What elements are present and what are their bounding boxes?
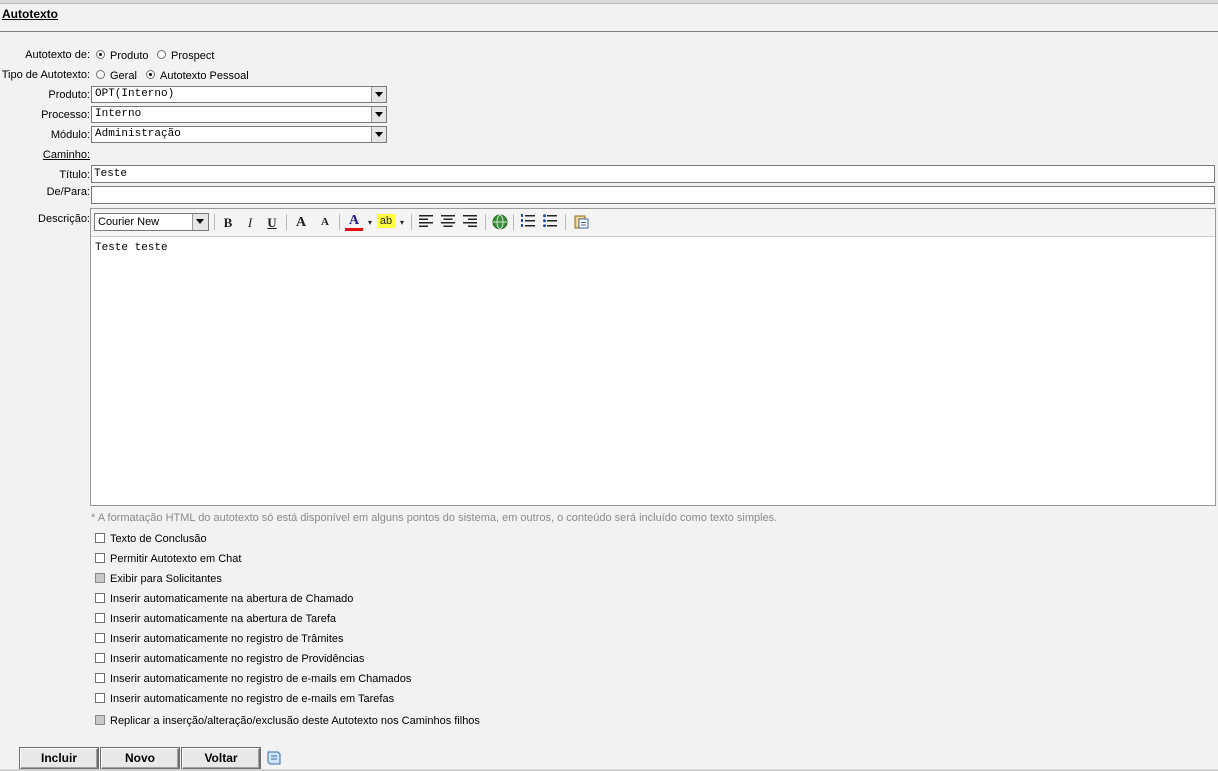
checkbox-label: Texto de Conclusão — [110, 533, 207, 545]
html-format-note: * A formatação HTML do autotexto só está… — [91, 512, 778, 524]
caminho-link[interactable]: Caminho: — [0, 149, 90, 161]
descricao-editor[interactable]: Courier New B I U A A A ▾ ab ▾ Teste tes… — [90, 208, 1216, 506]
autotexto-de-label: Autotexto de: — [25, 49, 90, 61]
grow-font-button[interactable]: A — [292, 214, 310, 231]
toolbar-separator — [565, 214, 566, 230]
checkbox-permitir-chat[interactable] — [95, 553, 105, 563]
globe-link-icon[interactable] — [491, 214, 509, 231]
font-family-select[interactable]: Courier New — [94, 213, 209, 231]
modulo-value: Administração — [95, 128, 181, 140]
radio-produto[interactable] — [96, 50, 105, 59]
de-para-input[interactable] — [91, 186, 1215, 204]
incluir-button[interactable]: Incluir — [20, 748, 98, 769]
voltar-button[interactable]: Voltar — [182, 748, 260, 769]
produto-label: Produto: — [48, 89, 90, 101]
bullet-list-icon[interactable] — [541, 214, 559, 231]
de-para-label: De/Para: — [46, 186, 90, 198]
checkbox-abertura-chamado[interactable] — [95, 593, 105, 603]
chevron-down-icon[interactable] — [371, 87, 386, 102]
editor-toolbar: Courier New B I U A A A ▾ ab ▾ — [91, 209, 1215, 237]
titulo-input[interactable]: Teste — [91, 165, 1215, 183]
chevron-down-icon[interactable] — [371, 127, 386, 142]
chevron-down-icon[interactable] — [192, 214, 208, 230]
italic-button[interactable]: I — [241, 214, 259, 231]
checkbox-label: Inserir automaticamente no registro de e… — [110, 693, 395, 705]
produto-select[interactable]: OPT(Interno) — [91, 86, 387, 103]
checkbox-emails-tarefas[interactable] — [95, 693, 105, 703]
processo-select[interactable]: Interno — [91, 106, 387, 123]
radio-produto-label: Produto — [110, 50, 149, 62]
descricao-label: Descrição: — [38, 213, 90, 225]
toolbar-separator — [339, 214, 340, 230]
chevron-down-icon[interactable] — [371, 107, 386, 122]
underline-button[interactable]: U — [263, 214, 281, 231]
radio-autotexto-pessoal[interactable] — [146, 70, 155, 79]
numbered-list-icon[interactable] — [519, 214, 537, 231]
novo-button[interactable]: Novo — [101, 748, 179, 769]
checkbox-texto-conclusao[interactable] — [95, 533, 105, 543]
modulo-select[interactable]: Administração — [91, 126, 387, 143]
processo-label: Processo: — [41, 109, 90, 121]
shrink-font-button[interactable]: A — [316, 214, 334, 231]
chevron-down-icon[interactable]: ▾ — [393, 214, 411, 231]
document-help-icon[interactable] — [266, 750, 282, 766]
checkbox-abertura-tarefa[interactable] — [95, 613, 105, 623]
radio-prospect[interactable] — [157, 50, 166, 59]
checkbox-emails-chamados[interactable] — [95, 673, 105, 683]
radio-prospect-label: Prospect — [171, 50, 215, 62]
align-right-icon[interactable] — [461, 214, 479, 231]
checkbox-exibir-solicitantes — [95, 573, 105, 583]
produto-value: OPT(Interno) — [95, 88, 175, 100]
radio-geral-label: Geral — [110, 70, 137, 82]
bold-button[interactable]: B — [219, 214, 237, 231]
checkbox-label: Inserir automaticamente no registro de P… — [110, 653, 365, 665]
checkbox-registro-providencias[interactable] — [95, 653, 105, 663]
toolbar-separator — [286, 214, 287, 230]
checkbox-label: Inserir automaticamente no registro de T… — [110, 633, 344, 645]
radio-autotexto-pessoal-label: Autotexto Pessoal — [160, 70, 249, 82]
toolbar-separator — [214, 214, 215, 230]
checkbox-label: Inserir automaticamente na abertura de T… — [110, 613, 337, 625]
toolbar-separator — [411, 214, 412, 230]
checkbox-replicar-caminhos — [95, 715, 105, 725]
tipo-autotexto-label: Tipo de Autotexto: — [1, 69, 90, 81]
editor-content[interactable]: Teste teste — [95, 242, 168, 254]
title-divider — [0, 31, 1218, 32]
toolbar-separator — [485, 214, 486, 230]
checkbox-registro-tramites[interactable] — [95, 633, 105, 643]
checkbox-label: Permitir Autotexto em Chat — [110, 553, 242, 565]
checkbox-label: Exibir para Solicitantes — [110, 573, 222, 585]
toolbar-separator — [513, 214, 514, 230]
checkbox-label: Replicar a inserção/alteração/exclusão d… — [110, 715, 480, 727]
top-border — [0, 0, 1218, 4]
page-title: Autotexto — [2, 7, 58, 21]
align-center-icon[interactable] — [439, 214, 457, 231]
radio-geral[interactable] — [96, 70, 105, 79]
modulo-label: Módulo: — [50, 129, 90, 141]
checkbox-label: Inserir automaticamente na abertura de C… — [110, 593, 354, 605]
paste-word-icon[interactable] — [572, 214, 590, 231]
font-family-value: Courier New — [98, 216, 160, 228]
checkbox-label: Inserir automaticamente no registro de e… — [110, 673, 412, 685]
processo-value: Interno — [95, 108, 142, 120]
titulo-label: Título: — [59, 169, 90, 181]
align-left-icon[interactable] — [417, 214, 435, 231]
